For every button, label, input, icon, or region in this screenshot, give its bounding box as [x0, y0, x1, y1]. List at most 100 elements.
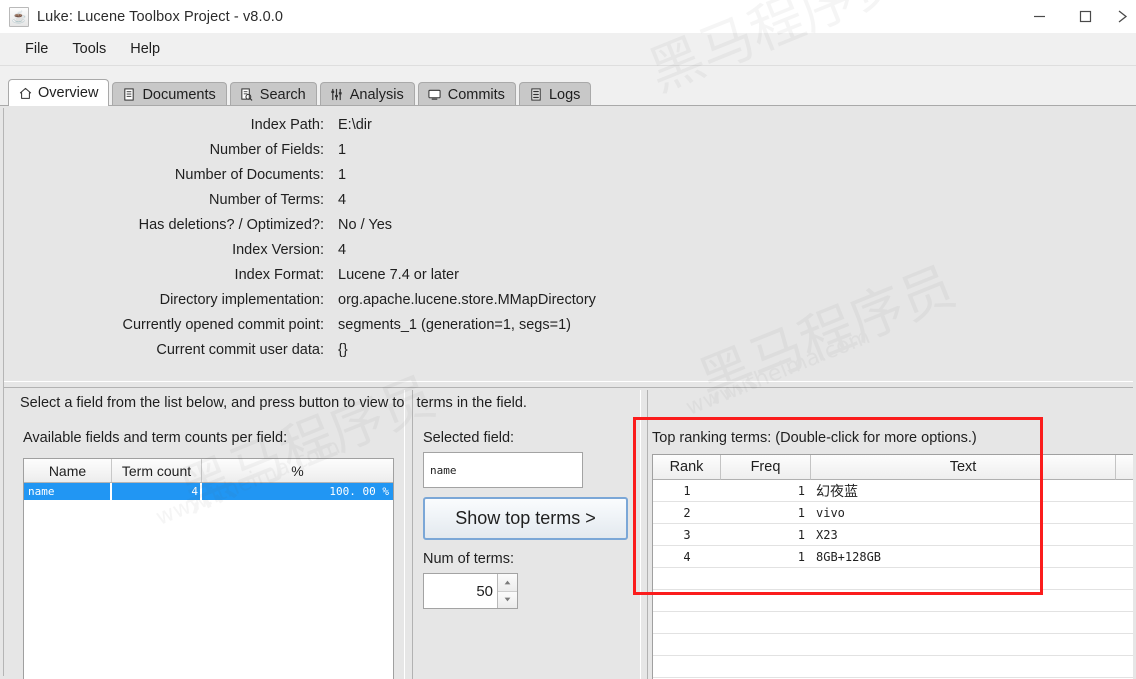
- tab-documents-label: Documents: [142, 86, 216, 103]
- tab-commits-label: Commits: [447, 86, 505, 103]
- monitor-icon: [428, 88, 442, 102]
- cell-term-count: 4: [112, 483, 200, 500]
- horizontal-splitter[interactable]: [4, 381, 1133, 388]
- tab-logs[interactable]: Logs: [518, 82, 592, 106]
- column-header-rank[interactable]: Rank: [653, 455, 721, 480]
- fields-and-terms-section: Select a field from the list below, and …: [4, 390, 1133, 679]
- info-row-index-version: Index Version: 4: [4, 237, 1130, 262]
- maximize-button[interactable]: [1062, 0, 1108, 33]
- cell-freq: 1: [797, 527, 805, 542]
- vertical-splitter-right[interactable]: [640, 390, 648, 679]
- cell-rank: 3: [683, 527, 691, 542]
- menu-item-tools[interactable]: Tools: [61, 38, 117, 60]
- info-row-number-of-fields: Number of Fields: 1: [4, 137, 1130, 162]
- logs-icon: [529, 88, 543, 102]
- show-top-terms-button[interactable]: Show top terms >: [423, 497, 628, 540]
- info-label: Number of Documents:: [174, 166, 324, 183]
- info-row-number-of-terms: Number of Terms: 4: [4, 187, 1130, 212]
- tab-analysis-label: Analysis: [349, 86, 404, 103]
- info-label: Number of Terms:: [209, 191, 324, 208]
- info-label: Index Format:: [234, 266, 324, 283]
- num-of-terms-value[interactable]: 50: [424, 574, 497, 608]
- index-info-list: Index Path: E:\dir Number of Fields: 1 N…: [4, 112, 1130, 362]
- available-fields-pane: Available fields and term counts per fie…: [4, 430, 402, 679]
- cell-text: X23: [816, 527, 838, 542]
- info-row-directory-implementation: Directory implementation: org.apache.luc…: [4, 287, 1130, 312]
- info-label: Has deletions? / Optimized?:: [138, 216, 324, 233]
- tab-analysis[interactable]: Analysis: [319, 82, 415, 106]
- info-value: E:\dir: [338, 116, 372, 133]
- info-value: No / Yes: [338, 216, 393, 233]
- table-row[interactable]: 1 1 幻夜蓝: [653, 480, 1133, 502]
- cell-field-name: name: [24, 483, 110, 500]
- tab-commits[interactable]: Commits: [417, 82, 516, 106]
- luke-application-window: ☕ Luke: Lucene Toolbox Project - v8.0.0 …: [0, 0, 1136, 679]
- info-value: Lucene 7.4 or later: [338, 266, 459, 283]
- overview-panel: Index Path: E:\dir Number of Fields: 1 N…: [0, 105, 1136, 679]
- vertical-splitter-left[interactable]: [404, 390, 413, 679]
- tab-documents[interactable]: Documents: [112, 82, 227, 106]
- sliders-icon: [330, 88, 344, 102]
- document-icon: [122, 88, 136, 102]
- cell-text: 8GB+128GB: [816, 549, 882, 564]
- table-row[interactable]: name 4 100. 00 %: [24, 483, 393, 500]
- column-header-freq[interactable]: Freq: [721, 455, 811, 480]
- selected-field-input[interactable]: name: [423, 452, 583, 488]
- cell-pad: [1116, 546, 1133, 567]
- column-header-percent[interactable]: %: [202, 459, 393, 482]
- info-value: 1: [338, 141, 347, 158]
- cell-text: vivo: [816, 505, 845, 520]
- menu-item-file[interactable]: File: [14, 38, 59, 60]
- info-label: Number of Fields:: [209, 141, 324, 158]
- spinner-up-icon[interactable]: [498, 574, 517, 592]
- info-value: segments_1 (generation=1, segs=1): [338, 316, 571, 333]
- selected-field-pane: Selected field: name Show top terms > Nu…: [416, 430, 638, 679]
- menu-bar: File Tools Help: [0, 33, 1136, 66]
- top-ranking-terms-label: Top ranking terms: (Double-click for mor…: [652, 430, 977, 446]
- column-header-text[interactable]: Text: [811, 455, 1116, 480]
- title-bar: ☕ Luke: Lucene Toolbox Project - v8.0.0: [0, 0, 1136, 34]
- table-row[interactable]: 3 1 X23: [653, 524, 1133, 546]
- search-doc-icon: [240, 88, 254, 102]
- column-header-term-count[interactable]: Term count: [112, 459, 202, 482]
- cell-rank: 2: [683, 505, 691, 520]
- cell-pad: [1116, 524, 1133, 545]
- close-button[interactable]: [1108, 0, 1136, 33]
- tab-overview[interactable]: Overview: [8, 79, 110, 106]
- info-row-commit-point: Currently opened commit point: segments_…: [4, 312, 1130, 337]
- menu-item-help[interactable]: Help: [119, 38, 171, 60]
- info-label: Index Version:: [232, 241, 324, 258]
- cell-freq: 1: [797, 483, 805, 498]
- table-row-empty: [653, 590, 1133, 612]
- num-of-terms-label: Num of terms:: [423, 551, 515, 567]
- num-of-terms-stepper[interactable]: 50: [423, 573, 518, 609]
- info-label: Current commit user data:: [156, 341, 324, 358]
- tab-search[interactable]: Search: [229, 82, 317, 106]
- cell-pad: [1116, 480, 1133, 501]
- table-row[interactable]: 4 1 8GB+128GB: [653, 546, 1133, 568]
- fields-table[interactable]: Name Term count % name 4 100. 00 %: [23, 458, 394, 679]
- info-value: org.apache.lucene.store.MMapDirectory: [338, 291, 596, 308]
- table-row[interactable]: 2 1 vivo: [653, 502, 1133, 524]
- info-value: 4: [338, 191, 347, 208]
- info-row-commit-user-data: Current commit user data: {}: [4, 337, 1130, 362]
- table-row-empty: [653, 568, 1133, 590]
- info-row-index-path: Index Path: E:\dir: [4, 112, 1130, 137]
- cell-pad: [1116, 502, 1133, 523]
- top-terms-table-header: Rank Freq Text: [653, 455, 1133, 480]
- info-label: Index Path:: [250, 116, 324, 133]
- minimize-button[interactable]: [1016, 0, 1062, 33]
- column-header-name[interactable]: Name: [24, 459, 112, 482]
- tab-search-label: Search: [259, 86, 306, 103]
- table-row-empty: [653, 634, 1133, 656]
- top-terms-table[interactable]: Rank Freq Text 1 1 幻夜蓝 2 1 vivo 3 1 X23 …: [652, 454, 1133, 679]
- info-row-number-of-documents: Number of Documents: 1: [4, 162, 1130, 187]
- table-row-empty: [653, 612, 1133, 634]
- spinner-down-icon[interactable]: [498, 591, 517, 608]
- home-icon: [18, 86, 32, 100]
- column-header-pad: [1116, 455, 1133, 480]
- info-label: Currently opened commit point:: [122, 316, 325, 333]
- java-coffee-icon: ☕: [9, 6, 29, 27]
- tab-overview-label: Overview: [38, 85, 99, 101]
- table-row-empty: [653, 656, 1133, 678]
